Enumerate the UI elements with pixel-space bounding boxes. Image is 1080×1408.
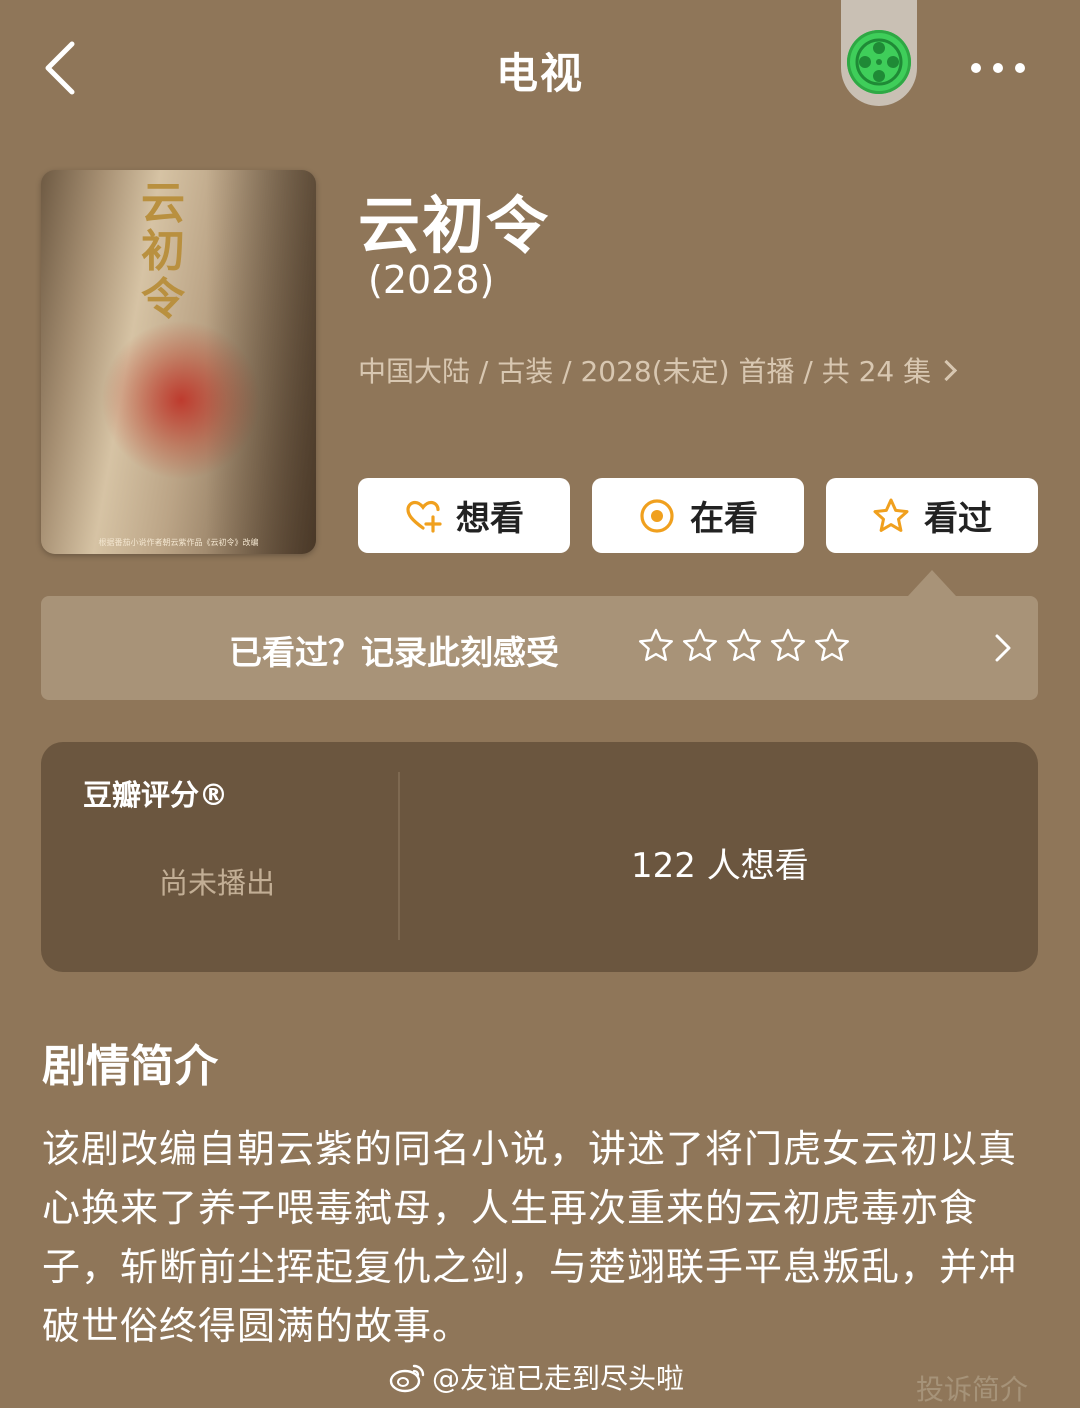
synopsis-text: 该剧改编自朝云紫的同名小说，讲述了将门虎女云初以真心换来了养子喂毒弑母，人生再次… [42, 1127, 1018, 1348]
more-dots-icon [971, 63, 1025, 73]
watched-label: 看过 [924, 499, 992, 539]
show-year: (2028) [368, 258, 495, 302]
watermark-text: @友谊已走到尽头啦 [432, 1362, 685, 1395]
star-icon [873, 498, 909, 532]
want-count: 122 人想看 [631, 846, 809, 886]
more-button[interactable] [966, 50, 1030, 86]
douban-rating-label: 豆瓣评分® [83, 778, 229, 812]
film-reel-icon [847, 30, 911, 94]
star-outline-icon[interactable] [638, 628, 673, 661]
poster-calligraphy-title: 云初令 [141, 178, 185, 325]
show-meta-text: 中国大陆 / 古装 / 2028(未定) 首播 / 共 24 集 [358, 355, 932, 388]
heart-plus-icon [406, 500, 442, 533]
want-to-watch-label: 想看 [456, 499, 524, 539]
rating-stars[interactable] [636, 626, 856, 668]
weibo-icon [389, 1364, 425, 1393]
report-synopsis-link[interactable]: 投诉简介 [916, 1368, 1028, 1408]
synopsis-title: 剧情简介 [42, 1041, 218, 1092]
poster-shade [206, 170, 316, 554]
watching-label: 在看 [690, 499, 758, 539]
poster-caption: 根据番茄小说作者朝云紫作品《云初令》改编 [98, 538, 259, 547]
poster-image[interactable]: 云初令 根据番茄小说作者朝云紫作品《云初令》改编 [41, 170, 316, 554]
want-to-watch-button[interactable]: 想看 [358, 478, 570, 553]
show-title: 云初令 [358, 189, 551, 262]
chevron-right-icon [995, 634, 1011, 662]
show-meta-link[interactable]: 中国大陆 / 古装 / 2028(未定) 首播 / 共 24 集 [358, 350, 958, 390]
rating-status: 尚未播出 [159, 866, 276, 900]
watched-button[interactable]: 看过 [826, 478, 1038, 553]
weibo-watermark: @友谊已走到尽头啦 [388, 1358, 684, 1396]
page-title: 电视 [495, 49, 584, 98]
star-outline-icon[interactable] [770, 628, 805, 661]
star-outline-icon[interactable] [682, 628, 717, 661]
chevron-right-icon [936, 359, 958, 382]
panel-pointer [908, 570, 956, 596]
star-outline-icon[interactable] [814, 628, 849, 661]
target-icon [640, 498, 674, 533]
app-shortcut-tab[interactable] [841, 0, 917, 106]
star-outline-icon[interactable] [726, 628, 761, 661]
rating-card[interactable]: 豆瓣评分® 尚未播出 122 人想看 [41, 742, 1038, 972]
record-feeling-panel[interactable]: 已看过？记录此刻感受 [41, 596, 1038, 700]
card-divider [398, 772, 400, 940]
watching-button[interactable]: 在看 [592, 478, 804, 553]
record-feeling-text: 已看过？记录此刻感受 [229, 633, 559, 672]
